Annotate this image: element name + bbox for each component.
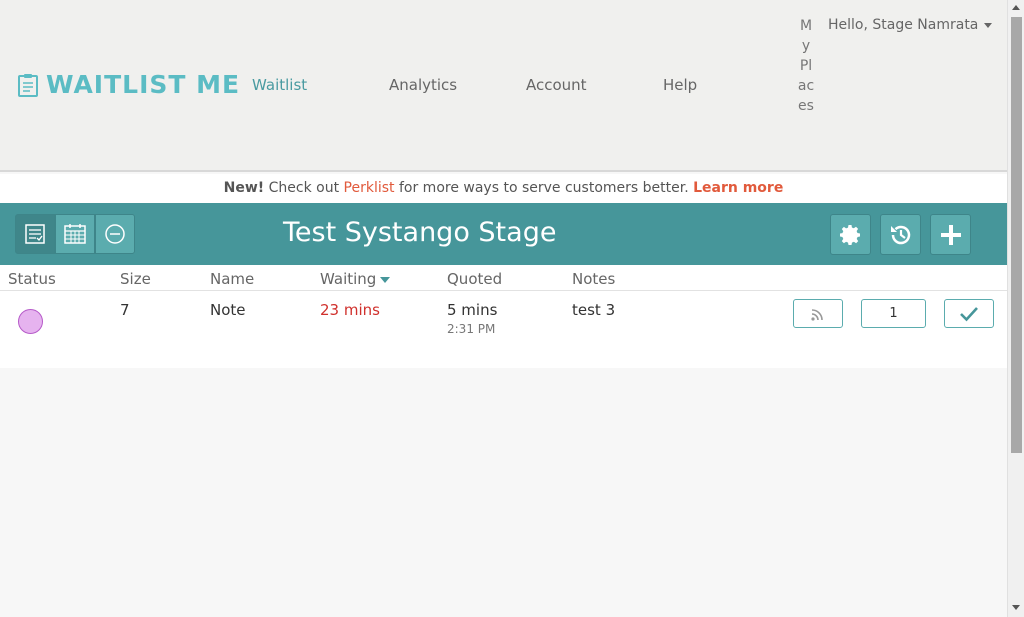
nav-account[interactable]: Account bbox=[526, 76, 587, 94]
history-icon bbox=[890, 225, 910, 244]
brand-logo[interactable]: WAITLIST ME bbox=[18, 70, 240, 99]
calendar-view-icon bbox=[64, 224, 86, 244]
banner-new-label: New! bbox=[223, 180, 265, 196]
scroll-up-arrow-icon[interactable] bbox=[1012, 5, 1020, 10]
banner-text-before: Check out bbox=[264, 180, 344, 196]
status-indicator[interactable] bbox=[18, 309, 43, 334]
calendar-view-button[interactable] bbox=[55, 214, 95, 254]
announcement-banner: New! Check out Perklist for more ways to… bbox=[0, 174, 1007, 203]
gear-icon bbox=[839, 224, 860, 245]
column-waiting-label: Waiting bbox=[320, 270, 377, 288]
waitlist-toolbar: Test Systango Stage bbox=[0, 203, 1007, 265]
view-toggle-group bbox=[15, 214, 135, 254]
page: WAITLIST ME Waitlist Analytics Account H… bbox=[0, 0, 1007, 617]
scroll-thumb[interactable] bbox=[1011, 17, 1022, 453]
rss-icon bbox=[811, 308, 823, 321]
list-view-icon bbox=[25, 224, 45, 244]
add-party-button[interactable] bbox=[930, 214, 971, 255]
quoted-time: 5 mins bbox=[447, 301, 498, 319]
waiting-time: 23 mins bbox=[320, 301, 380, 319]
list-view-button[interactable] bbox=[15, 214, 55, 254]
plus-icon bbox=[940, 224, 961, 245]
user-greeting: Hello, Stage Namrata bbox=[828, 17, 979, 33]
page-scrollbar[interactable] bbox=[1007, 0, 1024, 617]
settings-button[interactable] bbox=[830, 214, 871, 255]
nav-help[interactable]: Help bbox=[663, 76, 697, 94]
seat-party-button[interactable] bbox=[944, 299, 994, 328]
notify-button[interactable] bbox=[793, 299, 843, 328]
nav-waitlist[interactable]: Waitlist bbox=[252, 76, 307, 94]
perklist-link[interactable]: Perklist bbox=[344, 180, 395, 196]
party-notes: test 3 bbox=[572, 301, 616, 319]
column-quoted[interactable]: Quoted bbox=[447, 270, 502, 288]
table-number-field[interactable]: 1 bbox=[861, 299, 926, 328]
table-header: Status Size Name Waiting Quoted Notes bbox=[0, 265, 1007, 291]
column-status[interactable]: Status bbox=[8, 270, 56, 288]
caret-down-icon bbox=[984, 22, 993, 28]
column-name[interactable]: Name bbox=[210, 270, 254, 288]
column-size[interactable]: Size bbox=[120, 270, 151, 288]
brand-name: WAITLIST ME bbox=[46, 70, 241, 99]
user-menu[interactable]: Hello, Stage Namrata bbox=[828, 17, 993, 33]
party-name: Note bbox=[210, 301, 246, 319]
nav-analytics[interactable]: Analytics bbox=[389, 76, 457, 94]
banner-text-after: for more ways to serve customers better. bbox=[394, 180, 694, 196]
removed-view-button[interactable] bbox=[95, 214, 135, 254]
sort-down-icon bbox=[380, 276, 391, 283]
history-button[interactable] bbox=[880, 214, 921, 255]
check-icon bbox=[960, 306, 978, 321]
column-notes[interactable]: Notes bbox=[572, 270, 615, 288]
quoted-clock-time: 2:31 PM bbox=[447, 322, 496, 336]
learn-more-link[interactable]: Learn more bbox=[693, 180, 783, 196]
nav-my-places[interactable]: My Places bbox=[797, 16, 815, 116]
column-waiting[interactable]: Waiting bbox=[320, 270, 391, 288]
location-title: Test Systango Stage bbox=[283, 217, 557, 248]
scroll-down-arrow-icon[interactable] bbox=[1012, 605, 1020, 610]
table-row[interactable]: 7 Note 23 mins 5 mins 2:31 PM test 3 1 bbox=[0, 291, 1007, 368]
top-header: WAITLIST ME Waitlist Analytics Account H… bbox=[0, 0, 1007, 172]
clipboard-icon bbox=[18, 73, 38, 97]
party-size: 7 bbox=[120, 301, 130, 319]
remove-icon bbox=[105, 224, 125, 244]
